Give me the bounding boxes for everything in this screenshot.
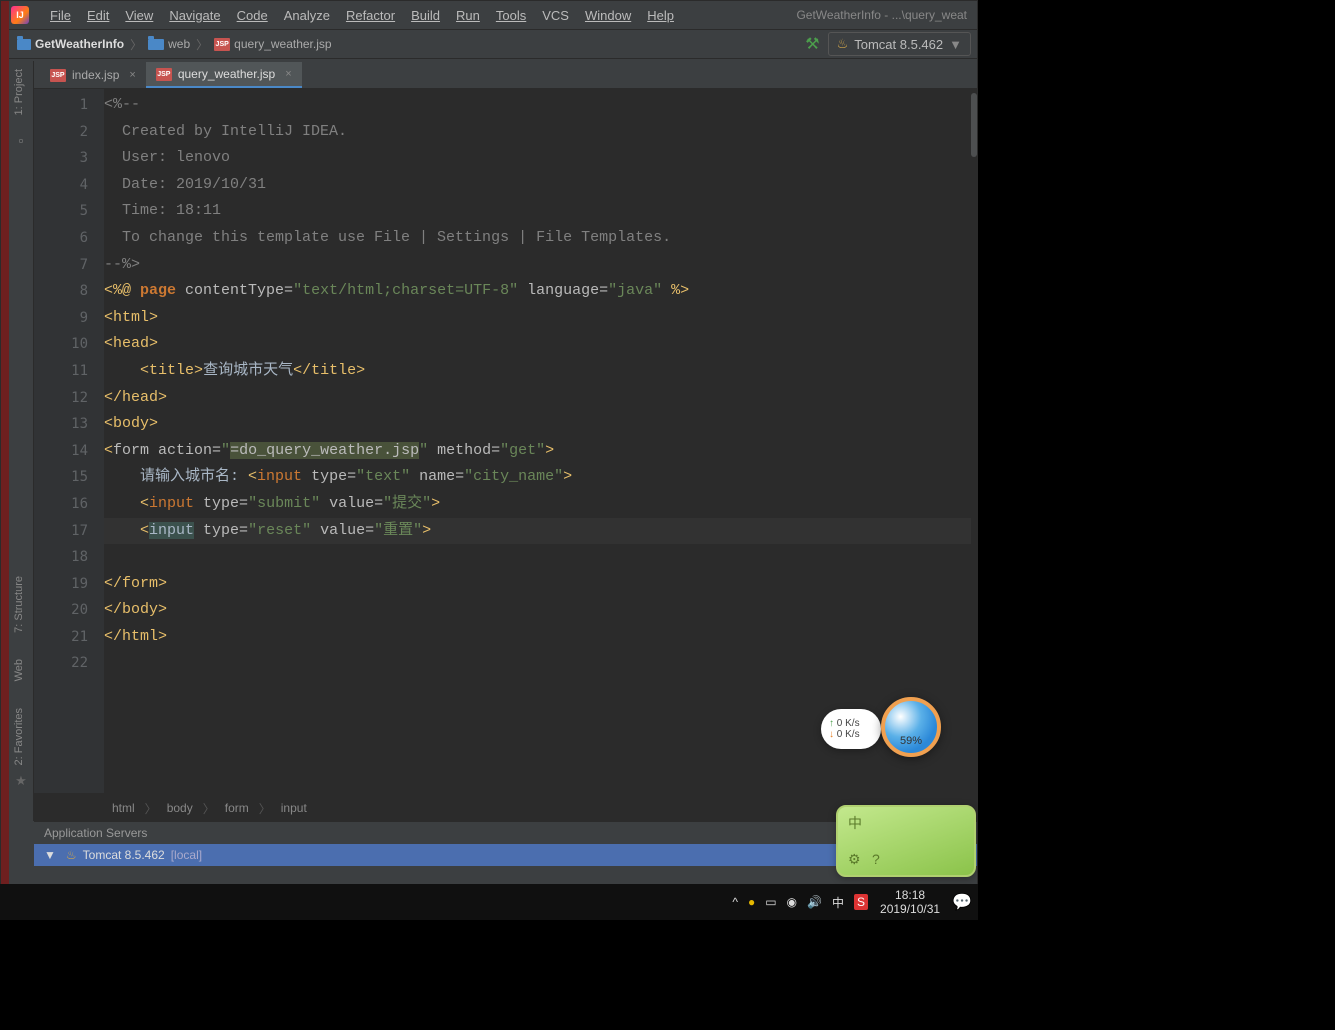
menu-code[interactable]: Code (230, 5, 275, 26)
cn-icon: 中 (848, 813, 862, 833)
chevron-right-icon: 〉 (259, 800, 271, 817)
line-gutter[interactable]: 12345678910111213141516171819202122 (34, 89, 104, 793)
jsp-icon: JSP (50, 69, 66, 82)
menu-analyze[interactable]: Analyze (277, 5, 337, 26)
percent-label: 59% (900, 735, 922, 747)
left-tool-strip: 1: Project ▫ 7: Structure Web 2: Favorit… (9, 61, 34, 821)
sogou-icon[interactable]: S (854, 894, 868, 910)
chevron-right-icon: 〉 (130, 36, 142, 53)
folder-icon (148, 39, 164, 50)
app-icon: IJ (11, 6, 29, 24)
navigation-bar: GetWeatherInfo 〉 web 〉 JSPquery_weather.… (1, 29, 977, 59)
tool-structure[interactable]: 7: Structure (9, 568, 29, 641)
menu-help[interactable]: Help (640, 5, 681, 26)
folder-icon (17, 39, 31, 50)
help-icon: ? (872, 851, 880, 867)
tab-query-weather[interactable]: JSP query_weather.jsp × (146, 62, 302, 88)
tool-web[interactable]: Web (9, 651, 29, 689)
editor: JSP index.jsp × JSP query_weather.jsp × … (34, 61, 977, 821)
tray-app-icon[interactable]: ● (748, 895, 755, 909)
chevron-down-icon: ▼ (949, 37, 962, 52)
network-speed-widget[interactable]: 0 K/s 0 K/s (821, 709, 881, 749)
wifi-icon[interactable]: ◉ (787, 895, 797, 909)
date: 2019/10/31 (880, 902, 940, 916)
battery-icon[interactable]: ▭ (765, 895, 776, 909)
code-area[interactable]: <%-- Created by IntelliJ IDEA. User: len… (104, 89, 971, 793)
run-config-label: Tomcat 8.5.462 (854, 37, 943, 52)
star-icon: ★ (9, 773, 33, 789)
jsp-icon: JSP (214, 38, 230, 51)
tab-label: index.jsp (72, 68, 119, 82)
build-icon[interactable]: ⚒ (805, 34, 819, 54)
system-monitor-widget[interactable]: 59% (881, 697, 941, 757)
chevron-right-icon: 〉 (203, 800, 215, 817)
menu-view[interactable]: View (118, 5, 160, 26)
ime-icon[interactable]: 中 (832, 894, 844, 911)
crumb-body[interactable]: body (167, 801, 193, 815)
download-speed: 0 K/s (829, 729, 873, 740)
notifications-icon[interactable]: 💬 (952, 892, 972, 912)
scrollbar-thumb[interactable] (971, 93, 977, 157)
menu-refactor[interactable]: Refactor (339, 5, 402, 26)
menu-build[interactable]: Build (404, 5, 447, 26)
time: 18:18 (880, 888, 940, 902)
breadcrumb-project[interactable]: GetWeatherInfo (17, 37, 124, 51)
crumb-form[interactable]: form (225, 801, 249, 815)
server-name: Tomcat 8.5.462 (83, 848, 165, 862)
close-icon[interactable]: × (285, 68, 291, 80)
window-title: GetWeatherInfo - ...\query_weat (796, 8, 977, 22)
window-left-accent (1, 1, 9, 887)
chevron-right-icon: 〉 (145, 800, 157, 817)
editor-tabs: JSP index.jsp × JSP query_weather.jsp × (34, 61, 977, 89)
breadcrumb: GetWeatherInfo 〉 web 〉 JSPquery_weather.… (17, 36, 332, 53)
tab-index[interactable]: JSP index.jsp × (40, 62, 146, 88)
tab-label: query_weather.jsp (178, 67, 275, 81)
tomcat-icon: ♨ (837, 36, 849, 52)
menu-bar: File Edit View Navigate Code Analyze Ref… (43, 5, 681, 26)
menu-navigate[interactable]: Navigate (162, 5, 227, 26)
menu-tools[interactable]: Tools (489, 5, 533, 26)
server-scope: [local] (171, 848, 202, 862)
volume-icon[interactable]: 🔊 (807, 895, 822, 909)
crumb-html[interactable]: html (112, 801, 135, 815)
tool-favorites[interactable]: 2: Favorites (9, 700, 29, 773)
chevron-right-icon: 〉 (196, 36, 208, 53)
menu-window[interactable]: Window (578, 5, 638, 26)
tray-expand-icon[interactable]: ^ (732, 895, 738, 909)
upload-speed: 0 K/s (829, 718, 873, 729)
ime-widget[interactable]: 中 ⚙ ? (836, 805, 976, 877)
menu-edit[interactable]: Edit (80, 5, 116, 26)
gear-icon: ⚙ (848, 851, 861, 868)
ide-window: IJ File Edit View Navigate Code Analyze … (0, 0, 978, 886)
title-bar: IJ File Edit View Navigate Code Analyze … (1, 1, 977, 29)
folder-icon[interactable]: ▫ (9, 133, 33, 148)
menu-file[interactable]: File (43, 5, 78, 26)
chevron-down-icon: ▼ (44, 848, 56, 862)
breadcrumb-web[interactable]: web (148, 37, 190, 51)
tomcat-icon: ♨ (66, 848, 77, 862)
clock[interactable]: 18:18 2019/10/31 (880, 888, 940, 916)
menu-run[interactable]: Run (449, 5, 487, 26)
run-config-selector[interactable]: ♨ Tomcat 8.5.462 ▼ (828, 32, 971, 56)
breadcrumb-file[interactable]: JSPquery_weather.jsp (214, 37, 331, 51)
crumb-input[interactable]: input (281, 801, 307, 815)
system-tray: ^ ● ▭ ◉ 🔊 中 S (732, 894, 868, 911)
taskbar: ^ ● ▭ ◉ 🔊 中 S 18:18 2019/10/31 💬 (0, 884, 978, 920)
close-icon[interactable]: × (129, 69, 135, 81)
jsp-icon: JSP (156, 68, 172, 81)
menu-vcs[interactable]: VCS (535, 5, 576, 26)
tool-project[interactable]: 1: Project (9, 61, 29, 123)
